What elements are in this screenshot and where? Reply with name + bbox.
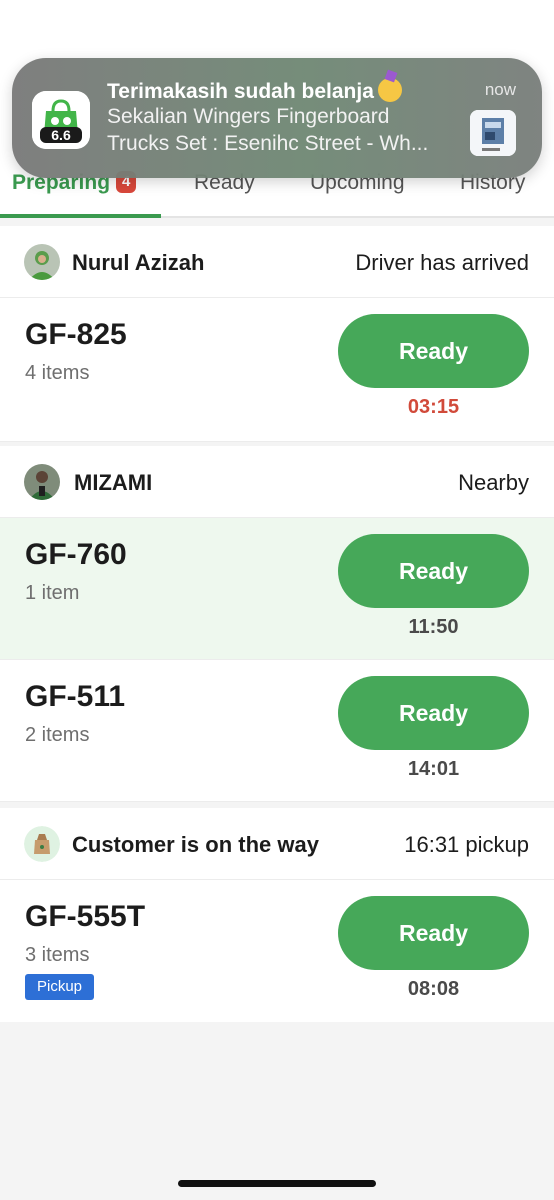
app-icon-text: 6.6: [51, 127, 71, 143]
order-item-count: 1 item: [25, 582, 80, 604]
order-group-card: Customer is on the way 16:31 pickup GF-5…: [0, 808, 554, 1022]
order-id: GF-760: [25, 538, 127, 571]
pickup-time: 16:31 pickup: [404, 832, 529, 857]
pickup-tag: Pickup: [25, 974, 95, 1000]
notification-time: now: [484, 80, 516, 99]
ready-button[interactable]: Ready: [338, 676, 529, 750]
order-group-card: Nurul Azizah Driver has arrived GF-825 4…: [0, 226, 554, 442]
pickup-status-title: Customer is on the way: [72, 832, 319, 857]
ready-button[interactable]: Ready: [338, 896, 529, 970]
driver-status: Driver has arrived: [355, 250, 529, 275]
order-timer: 14:01: [407, 758, 460, 780]
order-item-count: 2 items: [25, 724, 90, 746]
order-row[interactable]: GF-760 1 item Ready 11:50: [0, 518, 554, 660]
order-item-count: 4 items: [25, 362, 90, 384]
order-row[interactable]: GF-511 2 items Ready 14:01: [0, 660, 554, 802]
order-item-count: 3 items: [25, 944, 90, 966]
order-id: GF-511: [25, 680, 126, 713]
driver-avatar: [24, 464, 60, 500]
push-notification[interactable]: 6.6 Terimakasih sudah belanja Sekalian W…: [12, 58, 542, 178]
active-tab-indicator: [0, 214, 161, 218]
order-timer: 03:15: [407, 396, 460, 418]
group-header: Nurul Azizah Driver has arrived: [0, 226, 554, 298]
product-thumbnail: [470, 110, 516, 156]
notification-title-text: Terimakasih sudah belanja: [107, 80, 374, 103]
group-header: MIZAMI Nearby: [0, 446, 554, 518]
group-header: Customer is on the way 16:31 pickup: [0, 808, 554, 880]
order-row[interactable]: GF-555T 3 items Pickup Ready 08:08: [0, 880, 554, 1022]
notification-body-line1: Sekalian Wingers Fingerboard: [107, 105, 390, 128]
notification-title: Terimakasih sudah belanja: [107, 78, 402, 104]
customer-name: Nurul Azizah: [72, 250, 205, 275]
order-group-card: MIZAMI Nearby GF-760 1 item Ready 11:50 …: [0, 446, 554, 802]
ready-button[interactable]: Ready: [338, 314, 529, 388]
ready-button[interactable]: Ready: [338, 534, 529, 608]
party-face-emoji-icon: [377, 78, 402, 102]
driver-avatar: [24, 244, 60, 280]
order-timer: 08:08: [407, 978, 460, 1000]
driver-status: Nearby: [458, 470, 529, 495]
order-timer: 11:50: [408, 616, 459, 638]
order-row[interactable]: GF-825 4 items Ready 03:15: [0, 298, 554, 442]
notification-body-line2: Trucks Set : Esenihc Street - Wh...: [107, 132, 429, 155]
home-indicator[interactable]: [178, 1180, 376, 1187]
shopping-app-icon: 6.6: [32, 91, 90, 149]
customer-name: MIZAMI: [74, 470, 153, 495]
order-id: GF-555T: [25, 900, 146, 933]
order-id: GF-825: [25, 318, 127, 351]
paper-bag-icon: [24, 826, 60, 862]
